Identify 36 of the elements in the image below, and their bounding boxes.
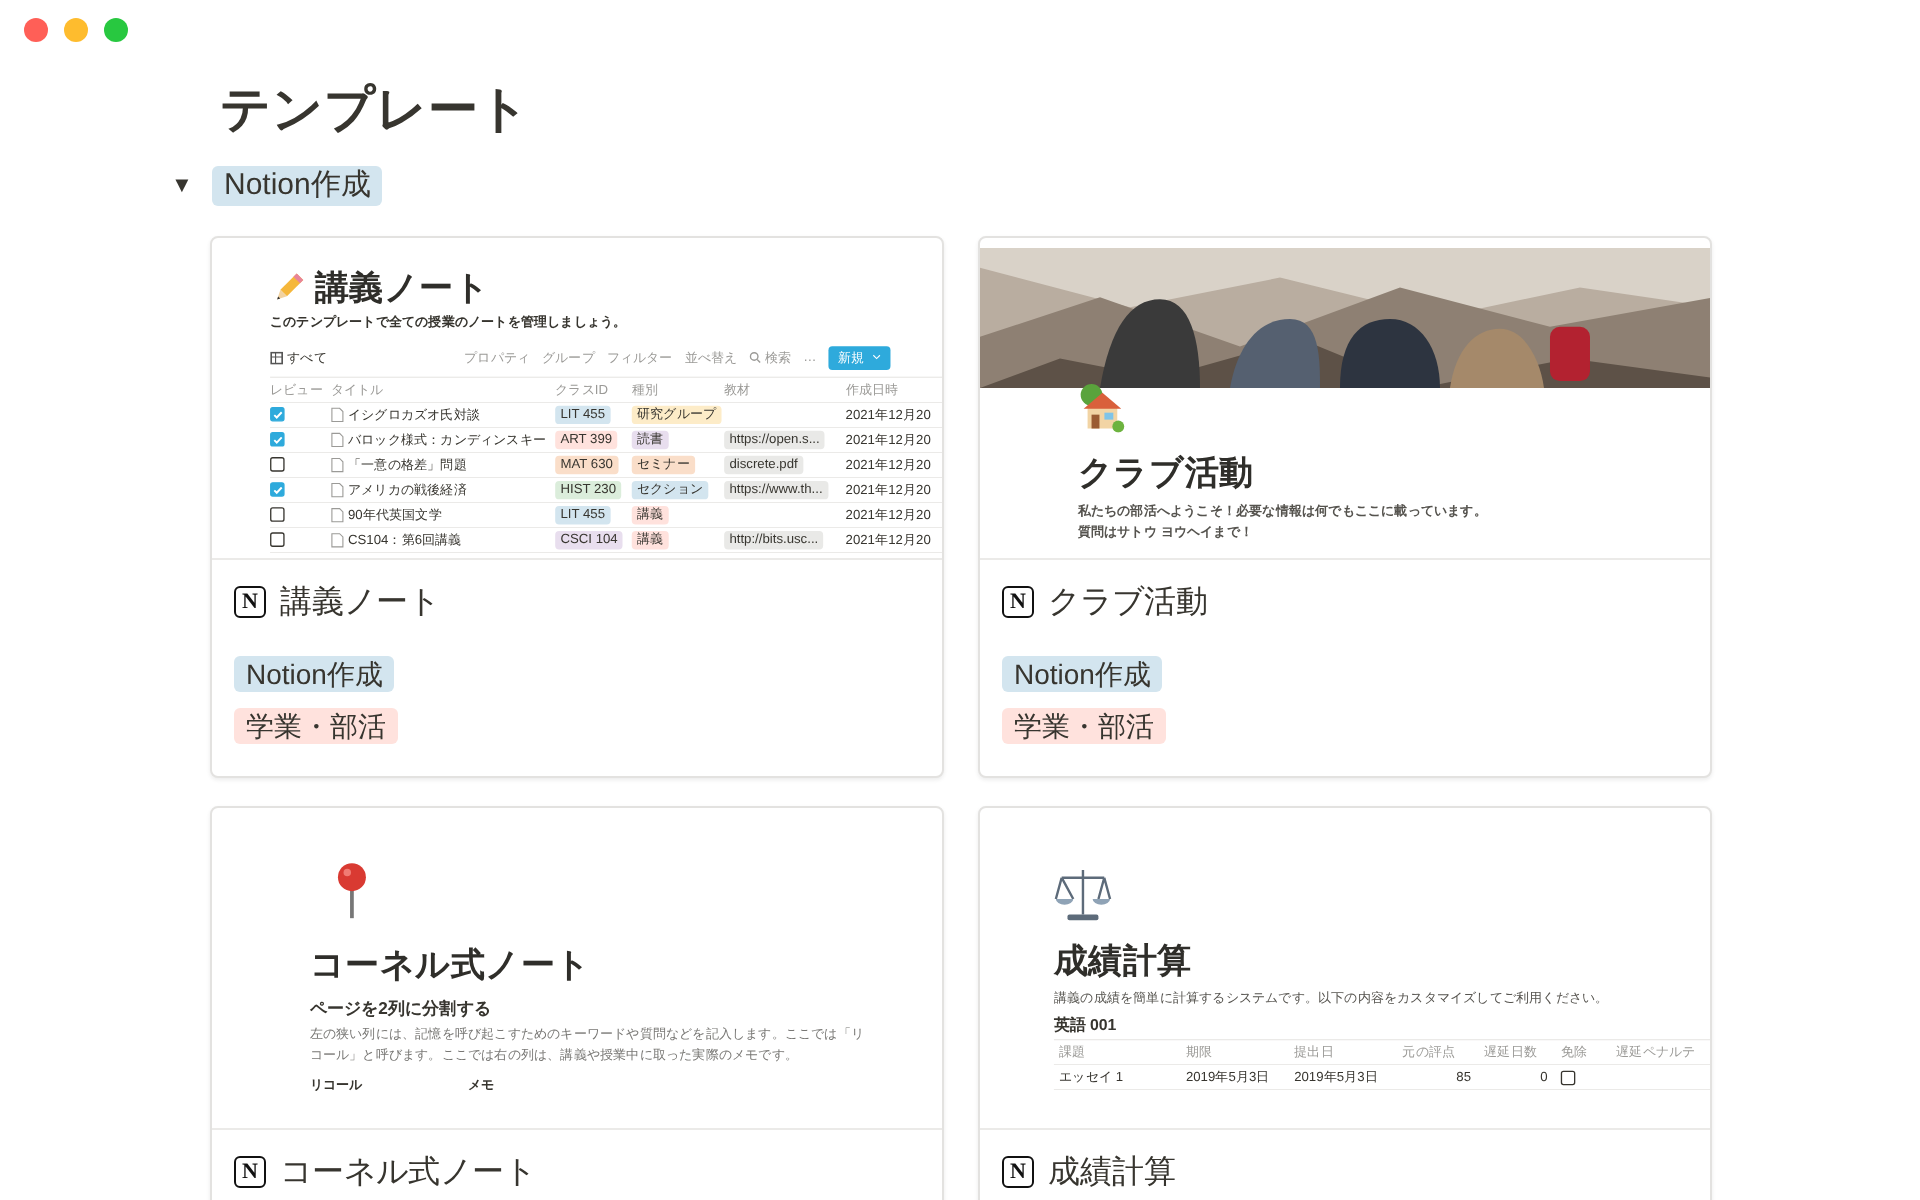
notion-logo: N	[234, 1156, 266, 1188]
template-card[interactable]	[210, 236, 944, 778]
checkbox[interactable]	[1560, 1070, 1576, 1085]
house-icon	[1077, 381, 1126, 432]
checkbox[interactable]	[270, 532, 285, 547]
tag: Notion作成	[234, 656, 395, 692]
notion-logo: N	[234, 586, 266, 618]
tag: 学業・部活	[234, 708, 398, 744]
checkbox[interactable]	[270, 432, 285, 447]
preview-title: クラブ活動	[1077, 449, 1256, 496]
page-title: テンプレート	[218, 79, 532, 141]
pin-icon	[336, 860, 368, 922]
notion-logo: N	[1002, 586, 1034, 618]
toggle-button[interactable]: ▼	[170, 174, 194, 198]
card-title: コーネル式ノート	[280, 1153, 536, 1193]
preview-title: 成績計算	[1053, 938, 1194, 984]
group-tag: Notion作成	[212, 166, 383, 206]
checkbox[interactable]	[270, 406, 285, 422]
minimize-button[interactable]	[64, 18, 88, 42]
notion-logo: N	[1002, 1156, 1034, 1188]
checkbox[interactable]	[270, 482, 285, 497]
card-title: 成績計算	[1048, 1153, 1176, 1193]
tag: Notion作成	[1002, 656, 1163, 692]
checkbox[interactable]	[270, 507, 285, 522]
search-icon	[749, 351, 762, 364]
card-title: クラブ活動	[1048, 583, 1208, 623]
checkbox[interactable]	[270, 457, 285, 472]
close-button[interactable]	[24, 18, 48, 42]
scales-icon	[1053, 866, 1112, 925]
card-title: 講義ノート	[280, 583, 440, 623]
tag: 学業・部活	[1002, 708, 1166, 744]
table-icon	[270, 350, 284, 365]
preview-title: 講義ノート	[314, 265, 490, 311]
preview-heading: ページを2列に分割する	[309, 996, 493, 1022]
zoom-button[interactable]	[104, 18, 128, 42]
preview-title: コーネル式ノート	[309, 941, 593, 988]
